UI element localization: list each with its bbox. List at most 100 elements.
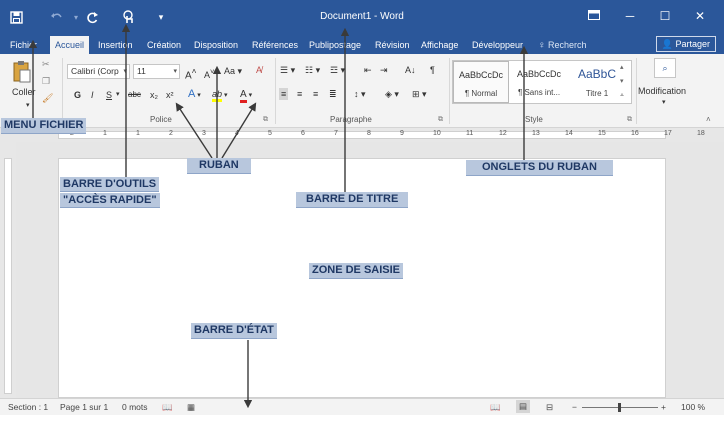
- increase-indent-icon[interactable]: ⇥: [380, 64, 388, 76]
- change-case-button[interactable]: Aa ▾: [224, 65, 242, 77]
- sort-icon[interactable]: A↓: [405, 64, 416, 76]
- dialog-launcher-icon[interactable]: ⧉: [438, 114, 443, 126]
- paste-button-label[interactable]: Coller: [12, 86, 36, 98]
- align-left-icon[interactable]: ≡: [279, 88, 289, 100]
- tab-mailings[interactable]: Publipostage: [309, 36, 361, 54]
- proofing-icon[interactable]: 📖: [162, 402, 173, 413]
- section-indicator[interactable]: Section : 1: [8, 402, 48, 412]
- borders-icon[interactable]: ⊞ ▾: [412, 88, 427, 100]
- tab-view[interactable]: Affichage: [421, 36, 458, 54]
- close-icon[interactable]: ✕: [686, 6, 714, 26]
- annotation-input-zone: ZONE DE SAISIE: [309, 263, 404, 279]
- style-name: ¶ Sans int...: [517, 88, 561, 97]
- strikethrough-button[interactable]: abc: [128, 89, 141, 101]
- copy-icon[interactable]: ❐: [42, 75, 50, 87]
- tab-home[interactable]: Accueil: [50, 36, 90, 54]
- dialog-launcher-icon[interactable]: ⧉: [627, 114, 632, 126]
- macro-record-icon[interactable]: ▦: [187, 402, 195, 413]
- dialog-launcher-icon[interactable]: ⧉: [263, 114, 268, 126]
- ruler-number: 1: [103, 130, 107, 137]
- font-name-value: Calibri (Corp: [71, 66, 119, 76]
- annotation-quick-access-line1: BARRE D'OUTILS: [60, 177, 160, 192]
- tell-me-search[interactable]: ♀ Recherch: [538, 36, 587, 54]
- tab-developer[interactable]: Développeur: [472, 36, 523, 54]
- ruler-number: 4: [235, 130, 239, 137]
- tab-references[interactable]: Références: [252, 36, 298, 54]
- zoom-out-button[interactable]: −: [572, 402, 577, 412]
- align-right-icon[interactable]: ≡: [313, 88, 318, 100]
- page-indicator[interactable]: Page 1 sur 1: [60, 402, 108, 412]
- highlight-label: ab: [212, 89, 223, 102]
- justify-icon[interactable]: ≣: [329, 88, 337, 100]
- ruler-number: 1: [136, 130, 140, 137]
- subscript-button[interactable]: x₂: [150, 89, 158, 101]
- shrink-font-button[interactable]: A˅: [204, 66, 214, 81]
- style-heading-1[interactable]: AaBbC Titre 1: [569, 61, 625, 103]
- clear-formatting-icon[interactable]: A̸: [256, 64, 262, 76]
- align-center-icon[interactable]: ≡: [297, 88, 302, 100]
- style-preview: AaBbC: [577, 67, 617, 81]
- underline-button[interactable]: S: [106, 89, 112, 101]
- text-effects-button[interactable]: A ▾: [188, 88, 201, 102]
- read-mode-icon[interactable]: 📖: [490, 402, 501, 413]
- font-color-button[interactable]: A ▾: [240, 88, 252, 103]
- gallery-down-icon[interactable]: ▾: [620, 76, 624, 88]
- decrease-indent-icon[interactable]: ⇤: [364, 64, 372, 76]
- format-painter-icon[interactable]: 🖌: [42, 92, 53, 104]
- tab-layout[interactable]: Disposition: [194, 36, 238, 54]
- highlight-button[interactable]: ab ▾: [212, 88, 227, 102]
- tab-insert[interactable]: Insertion: [98, 36, 133, 54]
- share-button[interactable]: 👤 Partager: [655, 36, 716, 52]
- zoom-level[interactable]: 100 %: [681, 402, 705, 412]
- maximize-icon[interactable]: ☐: [651, 6, 679, 26]
- shading-icon[interactable]: ◈ ▾: [385, 88, 399, 100]
- show-formatting-button[interactable]: ¶: [430, 64, 435, 76]
- cut-icon[interactable]: ✂: [42, 58, 50, 70]
- style-no-spacing[interactable]: AaBbCcDc ¶ Sans int...: [511, 61, 567, 103]
- font-name-combobox[interactable]: Calibri (Corp ▾: [67, 64, 130, 79]
- grow-font-button[interactable]: A˄: [185, 65, 197, 82]
- ruler-track: [58, 131, 666, 139]
- style-name: Titre 1: [585, 89, 609, 98]
- tab-design[interactable]: Création: [147, 36, 181, 54]
- word-count[interactable]: 0 mots: [122, 402, 148, 412]
- collapse-ribbon-icon[interactable]: ˄: [706, 114, 711, 126]
- style-normal[interactable]: AaBbCcDc ¶ Normal: [453, 61, 509, 103]
- ribbon-display-icon[interactable]: [580, 6, 608, 26]
- tab-file[interactable]: Fichier: [10, 36, 37, 54]
- superscript-button[interactable]: x²: [166, 89, 174, 101]
- style-preview: AaBbCcDc: [458, 70, 503, 80]
- horizontal-ruler[interactable]: 21123456789101112131415161718: [0, 128, 724, 142]
- bullets-icon[interactable]: ☰ ▾: [280, 64, 295, 76]
- ruler-number: 6: [301, 130, 305, 137]
- group-separator: [62, 58, 63, 124]
- web-layout-icon[interactable]: ⊟: [546, 402, 553, 413]
- tab-review[interactable]: Révision: [375, 36, 410, 54]
- editing-button[interactable]: Modification: [638, 85, 686, 97]
- paste-dropdown-icon[interactable]: ▾: [26, 100, 30, 112]
- ruler-number: 9: [400, 130, 404, 137]
- search-icon[interactable]: ⌕: [654, 58, 676, 78]
- gallery-up-icon[interactable]: ▴: [620, 62, 624, 74]
- print-layout-icon[interactable]: ▤: [516, 400, 531, 413]
- bold-button[interactable]: G: [74, 89, 81, 101]
- chevron-down-icon: ▾: [173, 68, 177, 75]
- multilevel-list-icon[interactable]: ☲ ▾: [330, 64, 345, 76]
- ruler-number: 8: [367, 130, 371, 137]
- line-spacing-icon[interactable]: ↕ ▾: [354, 88, 366, 100]
- font-size-combobox[interactable]: 11 ▾: [133, 64, 180, 79]
- minimize-icon[interactable]: ─: [616, 6, 644, 26]
- paste-icon[interactable]: [12, 60, 32, 87]
- ruler-number: 2: [169, 130, 173, 137]
- vertical-ruler[interactable]: [0, 142, 16, 398]
- zoom-in-button[interactable]: +: [661, 402, 666, 412]
- zoom-slider[interactable]: [582, 403, 658, 412]
- numbering-icon[interactable]: ☷ ▾: [305, 64, 320, 76]
- editing-dropdown-icon[interactable]: ▾: [662, 97, 666, 109]
- font-color-label: A: [240, 89, 247, 103]
- gallery-more-icon[interactable]: ⩡: [620, 90, 624, 102]
- italic-button[interactable]: I: [91, 89, 94, 101]
- annotation-title-bar: BARRE DE TITRE: [296, 192, 409, 208]
- underline-dropdown-icon[interactable]: ▾: [116, 89, 120, 101]
- zoom-slider-thumb[interactable]: [618, 403, 621, 412]
